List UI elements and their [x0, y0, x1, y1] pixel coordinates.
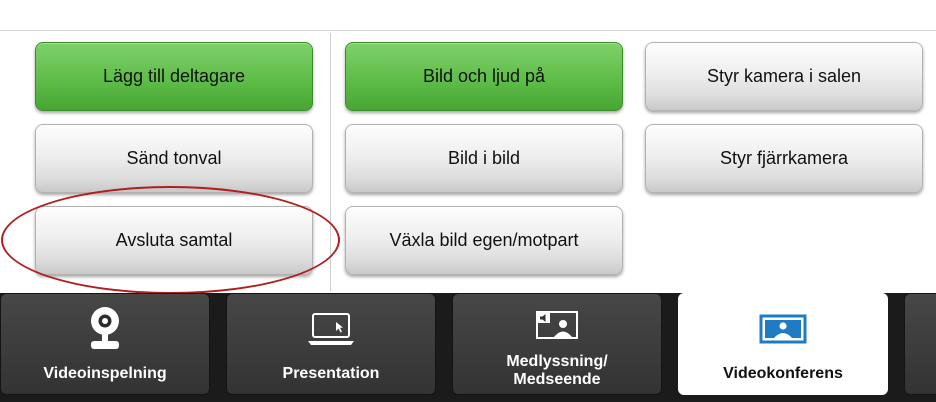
room-camera-label: Styr kamera i salen [706, 66, 862, 86]
add-participant-button[interactable]: Lägg till deltagare [35, 42, 313, 111]
send-dtmf-button[interactable]: Sänd tonval [35, 124, 313, 193]
far-camera-button[interactable]: Styr fjärrkamera [645, 124, 923, 193]
bottom-tab-bar: Videoinspelning Presentation Medlyssning… [0, 293, 936, 402]
picture-in-picture-button[interactable]: Bild i bild [345, 124, 623, 193]
tab-medlyssning[interactable]: Medlyssning/ Medseende [452, 293, 662, 395]
room-camera-button[interactable]: Styr kamera i salen [645, 42, 923, 111]
video-audio-on-label: Bild och ljud på [422, 66, 546, 86]
picture-in-picture-label: Bild i bild [447, 148, 521, 168]
column-divider [330, 33, 331, 291]
webcam-icon [91, 307, 119, 349]
tab-medlyssning-label-1: Medlyssning/ [506, 353, 608, 370]
video-audio-on-button[interactable]: Bild och ljud på [345, 42, 623, 111]
screen-share-icon [536, 311, 578, 339]
end-call-button[interactable]: Avsluta samtal [35, 206, 313, 275]
add-participant-label: Lägg till deltagare [102, 66, 246, 86]
tab-presentation[interactable]: Presentation [226, 293, 436, 395]
switch-view-label: Växla bild egen/motpart [389, 230, 579, 250]
tab-videoinspelning[interactable]: Videoinspelning [0, 293, 210, 395]
far-camera-label: Styr fjärrkamera [719, 148, 849, 168]
tab-videoinspelning-label: Videoinspelning [43, 365, 167, 382]
tab-videokonferens-label: Videokonferens [723, 365, 843, 382]
tab-videokonferens[interactable]: Videokonferens [678, 293, 888, 395]
tab-medlyssning-label-2: Medseende [513, 371, 601, 388]
end-call-label: Avsluta samtal [115, 230, 233, 250]
switch-view-button[interactable]: Växla bild egen/motpart [345, 206, 623, 275]
laptop-icon [308, 313, 354, 345]
tab-more[interactable] [904, 293, 936, 395]
top-divider [0, 30, 936, 31]
tab-presentation-label: Presentation [282, 365, 380, 382]
video-conference-icon [759, 314, 807, 344]
send-dtmf-label: Sänd tonval [126, 148, 222, 168]
